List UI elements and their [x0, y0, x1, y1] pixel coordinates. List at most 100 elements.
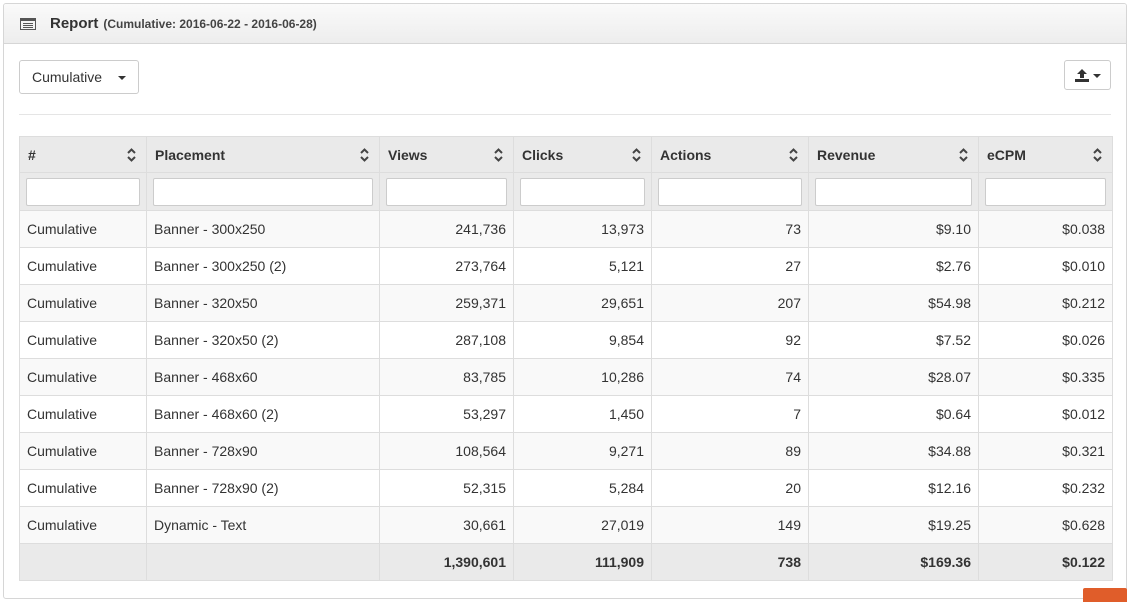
cell-index: Cumulative: [19, 506, 147, 544]
sort-icon: [127, 148, 136, 162]
cell-revenue: $2.76: [808, 247, 979, 285]
totals-row: 1,390,601 111,909 738 $169.36 $0.122: [19, 543, 1113, 581]
table-row: Cumulative Banner - 468x60 83,785 10,286 74 $…: [19, 358, 1113, 396]
report-panel: Report (Cumulative: 2016-06-22 - 2016-06…: [3, 3, 1127, 599]
cell-views: 108,564: [379, 432, 514, 470]
cell-placement: Dynamic - Text: [146, 506, 380, 544]
cell-revenue: $34.88: [808, 432, 979, 470]
sort-icon: [360, 148, 369, 162]
export-button[interactable]: [1064, 60, 1111, 90]
column-header-label: #: [28, 146, 36, 163]
cell-index: Cumulative: [19, 469, 147, 507]
cell-clicks: 5,121: [513, 247, 652, 285]
view-dropdown[interactable]: Cumulative: [19, 60, 139, 94]
column-header-placement[interactable]: Placement: [146, 136, 380, 173]
table-row: Cumulative Banner - 728x90 108,564 9,271 89 $…: [19, 432, 1113, 470]
cell-ecpm: $0.232: [978, 469, 1113, 507]
cell-views: 259,371: [379, 284, 514, 322]
list-icon: [20, 17, 36, 30]
report-table: # Placement Views Clicks Actions Revenue eCPM …: [19, 136, 1113, 581]
cell-clicks: 1,450: [513, 395, 652, 433]
filter-input-views[interactable]: [386, 177, 507, 206]
cell-index: Cumulative: [19, 247, 147, 285]
column-header-clicks[interactable]: Clicks: [513, 136, 652, 173]
cell-clicks: 13,973: [513, 210, 652, 248]
cell-revenue: $19.25: [808, 506, 979, 544]
panel-heading: Report (Cumulative: 2016-06-22 - 2016-06…: [4, 4, 1126, 44]
cell-clicks: 9,271: [513, 432, 652, 470]
column-header-label: Revenue: [817, 146, 876, 163]
column-header-revenue[interactable]: Revenue: [808, 136, 979, 173]
total-index: [19, 543, 147, 581]
cell-clicks: 5,284: [513, 469, 652, 507]
column-header-label: Actions: [660, 146, 712, 163]
upload-icon: [1075, 69, 1089, 82]
cell-clicks: 29,651: [513, 284, 652, 322]
column-header-views[interactable]: Views: [379, 136, 514, 173]
cell-actions: 20: [651, 469, 809, 507]
column-header-label: Clicks: [522, 146, 564, 163]
filter-input-actions[interactable]: [658, 177, 802, 206]
cell-ecpm: $0.026: [978, 321, 1113, 359]
cell-views: 287,108: [379, 321, 514, 359]
filter-input-placement[interactable]: [153, 177, 373, 206]
table-row: Cumulative Banner - 320x50 (2) 287,108 9,85…: [19, 321, 1113, 359]
cell-ecpm: $0.212: [978, 284, 1113, 322]
filter-cell: [978, 172, 1113, 211]
cell-actions: 89: [651, 432, 809, 470]
sort-icon: [1093, 148, 1102, 162]
sort-icon: [959, 148, 968, 162]
filter-cell: [146, 172, 380, 211]
cell-actions: 73: [651, 210, 809, 248]
column-header-label: eCPM: [987, 146, 1026, 163]
cell-index: Cumulative: [19, 395, 147, 433]
cell-placement: Banner - 728x90: [146, 432, 380, 470]
feedback-tab[interactable]: [1083, 588, 1127, 602]
cell-ecpm: $0.335: [978, 358, 1113, 396]
cell-placement: Banner - 468x60: [146, 358, 380, 396]
cell-placement: Banner - 300x250: [146, 210, 380, 248]
filter-cell: [379, 172, 514, 211]
cell-clicks: 9,854: [513, 321, 652, 359]
filter-input-clicks[interactable]: [520, 177, 645, 206]
cell-actions: 92: [651, 321, 809, 359]
cell-actions: 207: [651, 284, 809, 322]
cell-ecpm: $0.038: [978, 210, 1113, 248]
cell-index: Cumulative: [19, 321, 147, 359]
chevron-down-icon: [1093, 74, 1101, 78]
cell-placement: Banner - 320x50 (2): [146, 321, 380, 359]
cell-ecpm: $0.628: [978, 506, 1113, 544]
total-placement: [146, 543, 380, 581]
cell-placement: Banner - 320x50: [146, 284, 380, 322]
total-revenue: $169.36: [808, 543, 979, 581]
cell-actions: 7: [651, 395, 809, 433]
cell-revenue: $0.64: [808, 395, 979, 433]
cell-actions: 27: [651, 247, 809, 285]
table-row: Cumulative Banner - 468x60 (2) 53,297 1,450…: [19, 395, 1113, 433]
column-header-index[interactable]: #: [19, 136, 147, 173]
total-ecpm: $0.122: [978, 543, 1113, 581]
filter-input-ecpm[interactable]: [985, 177, 1106, 206]
toolbar: Cumulative: [19, 60, 1111, 96]
table-row: Cumulative Banner - 300x250 (2) 273,764 5,1…: [19, 247, 1113, 285]
view-dropdown-label: Cumulative: [32, 69, 103, 85]
cell-revenue: $12.16: [808, 469, 979, 507]
filter-input-revenue[interactable]: [815, 177, 972, 206]
table-body: Cumulative Banner - 300x250 241,736 13,973 7…: [19, 210, 1113, 544]
cell-index: Cumulative: [19, 284, 147, 322]
cell-revenue: $54.98: [808, 284, 979, 322]
cell-views: 273,764: [379, 247, 514, 285]
cell-placement: Banner - 300x250 (2): [146, 247, 380, 285]
filter-input-index[interactable]: [26, 177, 140, 206]
cell-clicks: 27,019: [513, 506, 652, 544]
total-clicks: 111,909: [513, 543, 652, 581]
column-header-actions[interactable]: Actions: [651, 136, 809, 173]
table-row: Cumulative Banner - 728x90 (2) 52,315 5,284…: [19, 469, 1113, 507]
cell-index: Cumulative: [19, 358, 147, 396]
total-actions: 738: [651, 543, 809, 581]
column-header-ecpm[interactable]: eCPM: [978, 136, 1113, 173]
chevron-down-icon: [118, 76, 126, 80]
cell-actions: 74: [651, 358, 809, 396]
cell-revenue: $7.52: [808, 321, 979, 359]
cell-clicks: 10,286: [513, 358, 652, 396]
